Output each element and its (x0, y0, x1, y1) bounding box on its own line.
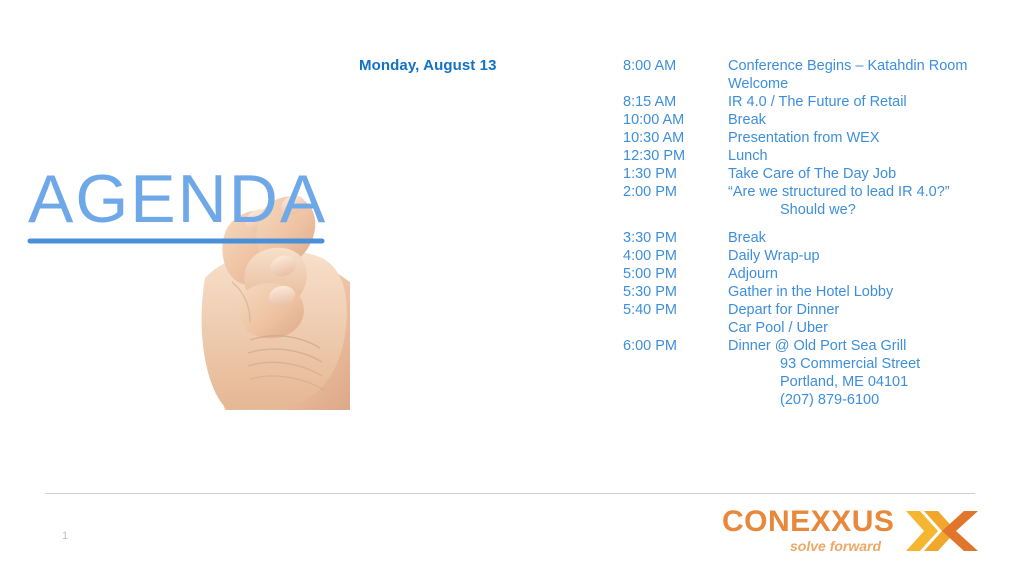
agenda-row: 8:00 AM Conference Begins – Katahdin Room (623, 57, 1008, 75)
agenda-row: 5:00 PM Adjourn (623, 265, 1008, 283)
agenda-row: 8:15 AM IR 4.0 / The Future of Retail (623, 93, 1008, 111)
agenda-time: 1:30 PM (623, 166, 677, 182)
conexxus-chevron-x-mark (904, 505, 980, 557)
agenda-description: Should we? (780, 202, 856, 218)
agenda-row: 5:30 PM Gather in the Hotel Lobby (623, 283, 1008, 301)
agenda-time: 12:30 PM (623, 148, 686, 164)
agenda-description: Break (728, 230, 766, 246)
agenda-description: Adjourn (728, 266, 778, 282)
agenda-row: 5:40 PM Depart for Dinner (623, 301, 1008, 319)
agenda-time: 6:00 PM (623, 338, 677, 354)
agenda-time: 10:00 AM (623, 112, 685, 128)
agenda-description: Take Care of The Day Job (728, 166, 897, 182)
agenda-description: Welcome (728, 76, 789, 92)
footer-divider (45, 493, 975, 494)
agenda-time: 10:30 AM (623, 130, 685, 146)
agenda-description: Portland, ME 04101 (780, 374, 909, 390)
agenda-description: “Are we structured to lead IR 4.0?” (728, 184, 950, 200)
agenda-row: 1:30 PM Take Care of The Day Job (623, 165, 1008, 183)
agenda-description: IR 4.0 / The Future of Retail (728, 94, 907, 110)
agenda-description: Gather in the Hotel Lobby (728, 284, 894, 300)
agenda-description: Dinner @ Old Port Sea Grill (728, 338, 907, 354)
agenda-row: (207) 879-6100 (623, 391, 1008, 409)
agenda-time: 5:30 PM (623, 284, 677, 300)
agenda-time: 4:00 PM (623, 248, 677, 264)
agenda-row: 4:00 PM Daily Wrap-up (623, 247, 1008, 265)
page-number: 1 (62, 530, 69, 542)
agenda-description: Daily Wrap-up (728, 248, 820, 264)
conexxus-tagline: solve forward (790, 538, 882, 554)
agenda-description: 93 Commercial Street (780, 356, 921, 372)
conexxus-wordmark: CONEXXUS (722, 505, 895, 538)
agenda-time: 8:15 AM (623, 94, 677, 110)
hand-drawing-agenda-image: AGENDA (0, 150, 350, 410)
agenda-schedule-table: 8:00 AM Conference Begins – Katahdin Room… (623, 57, 1008, 409)
agenda-row-spacer (623, 219, 1008, 229)
agenda-description: Depart for Dinner (728, 302, 840, 318)
agenda-time: 2:00 PM (623, 184, 677, 200)
agenda-row: 3:30 PM Break (623, 229, 1008, 247)
agenda-time: 8:00 AM (623, 58, 677, 74)
agenda-row: Portland, ME 04101 (623, 373, 1008, 391)
day-heading: Monday, August 13 (359, 57, 497, 74)
agenda-description: Conference Begins – Katahdin Room (728, 58, 968, 74)
agenda-description: (207) 879-6100 (780, 392, 880, 408)
agenda-row: 2:00 PM “Are we structured to lead IR 4.0… (623, 183, 1008, 201)
agenda-row: Welcome (623, 75, 1008, 93)
agenda-description: Presentation from WEX (728, 130, 880, 146)
agenda-slide: AGENDA Monday, August 13 8:00 AM Conferen… (0, 0, 1020, 573)
conexxus-logo: CONEXXUS solve forward (722, 505, 980, 561)
agenda-row: 93 Commercial Street (623, 355, 1008, 373)
agenda-row: 10:00 AM Break (623, 111, 1008, 129)
agenda-row: Car Pool / Uber (623, 319, 1008, 337)
agenda-row: 10:30 AM Presentation from WEX (623, 129, 1008, 147)
agenda-description: Car Pool / Uber (728, 320, 828, 336)
agenda-time: 5:00 PM (623, 266, 677, 282)
agenda-row: 12:30 PM Lunch (623, 147, 1008, 165)
agenda-row: 6:00 PM Dinner @ Old Port Sea Grill (623, 337, 1008, 355)
agenda-word: AGENDA (28, 161, 327, 237)
agenda-time: 5:40 PM (623, 302, 677, 318)
agenda-row: Should we? (623, 201, 1008, 219)
agenda-description: Lunch (728, 148, 768, 164)
agenda-time: 3:30 PM (623, 230, 677, 246)
agenda-description: Break (728, 112, 766, 128)
